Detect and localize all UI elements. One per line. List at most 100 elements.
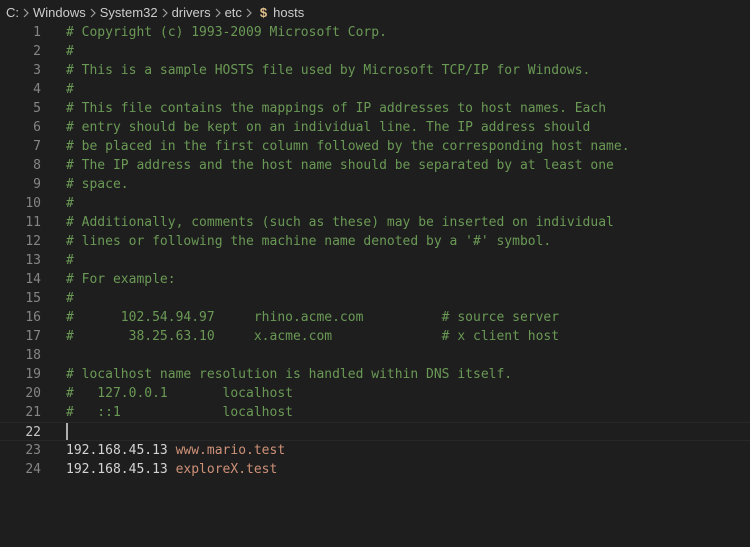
line-number: 5 — [33, 101, 41, 116]
line-content[interactable]: # For example: — [66, 270, 176, 289]
chevron-right-icon — [242, 5, 256, 20]
line-content[interactable]: # The IP address and the host name shoul… — [66, 156, 614, 175]
comment-text: # — [66, 44, 74, 59]
line-number: 7 — [33, 139, 41, 154]
comment-text: # entry should be kept on an individual … — [66, 120, 591, 135]
code-line[interactable]: 19 # localhost name resolution is handled… — [0, 365, 750, 384]
line-number: 13 — [25, 253, 41, 268]
code-line[interactable]: 9 # space. — [0, 175, 750, 194]
line-number: 20 — [25, 386, 41, 401]
code-line[interactable]: 3 # This is a sample HOSTS file used by M… — [0, 61, 750, 80]
line-content[interactable]: # lines or following the machine name de… — [66, 232, 551, 251]
line-content[interactable]: # localhost name resolution is handled w… — [66, 365, 512, 384]
code-lines[interactable]: 1 # Copyright (c) 1993-2009 Microsoft Cor… — [0, 23, 750, 479]
breadcrumb-drive[interactable]: C: — [6, 5, 19, 20]
breadcrumb-etc[interactable]: etc — [225, 5, 242, 20]
line-number: 10 — [25, 196, 41, 211]
line-content[interactable] — [66, 423, 68, 442]
line-content[interactable]: # This is a sample HOSTS file used by Mi… — [66, 61, 590, 80]
code-line[interactable]: 11 # Additionally, comments (such as thes… — [0, 213, 750, 232]
line-content[interactable]: # — [66, 80, 74, 99]
line-content[interactable]: # This file contains the mappings of IP … — [66, 99, 606, 118]
line-number: 6 — [33, 120, 41, 135]
comment-text: # The IP address and the host name shoul… — [66, 158, 614, 173]
code-line[interactable]: 20 # 127.0.0.1 localhost — [0, 384, 750, 403]
comment-text: # — [66, 291, 74, 306]
file-type-icon: $ — [259, 4, 268, 20]
comment-text: # 102.54.94.97 rhino.acme.com # source s… — [66, 310, 560, 325]
line-content[interactable]: # — [66, 251, 74, 270]
code-line[interactable]: 10 # — [0, 194, 750, 213]
code-line[interactable]: 6 # entry should be kept on an individual… — [0, 118, 750, 137]
ip-address: 192.168.45.13 — [66, 443, 168, 458]
line-content[interactable]: 192.168.45.13 exploreX.test — [66, 460, 277, 479]
line-content[interactable]: # 127.0.0.1 localhost — [66, 384, 293, 403]
code-line[interactable]: 22 — [0, 422, 750, 441]
line-number: 16 — [25, 310, 41, 325]
code-line[interactable]: 23 192.168.45.13 www.mario.test — [0, 441, 750, 460]
line-content[interactable]: # ::1 localhost — [66, 403, 293, 422]
comment-text: # 38.25.63.10 x.acme.com # x client host — [66, 329, 560, 344]
comment-text: # ::1 localhost — [66, 405, 293, 420]
comment-text: # This is a sample HOSTS file used by Mi… — [66, 63, 591, 78]
breadcrumb-drivers[interactable]: drivers — [172, 5, 211, 20]
comment-text: # For example: — [66, 272, 176, 287]
line-number: 12 — [25, 234, 41, 249]
comment-text: # lines or following the machine name de… — [66, 234, 552, 249]
line-content[interactable]: # — [66, 289, 74, 308]
line-content[interactable]: # — [66, 42, 74, 61]
line-number: 8 — [33, 158, 41, 173]
line-number: 2 — [33, 44, 41, 59]
code-editor[interactable]: C: Windows System32 drivers etc $ hosts … — [0, 0, 750, 547]
line-number: 17 — [25, 329, 41, 344]
code-line[interactable]: 24 192.168.45.13 exploreX.test — [0, 460, 750, 479]
code-line[interactable]: 17 # 38.25.63.10 x.acme.com # x client ho… — [0, 327, 750, 346]
line-content[interactable]: # be placed in the first column followed… — [66, 137, 630, 156]
ip-address: 192.168.45.13 — [66, 462, 168, 477]
chevron-right-icon — [19, 5, 33, 20]
code-line[interactable]: 8 # The IP address and the host name shou… — [0, 156, 750, 175]
code-line[interactable]: 14 # For example: — [0, 270, 750, 289]
breadcrumb-file[interactable]: hosts — [273, 5, 304, 20]
comment-text: # — [66, 196, 74, 211]
code-line[interactable]: 7 # be placed in the first column followe… — [0, 137, 750, 156]
line-number: 18 — [25, 348, 41, 363]
line-content[interactable]: # Copyright (c) 1993-2009 Microsoft Corp… — [66, 23, 387, 42]
comment-text: # Copyright (c) 1993-2009 Microsoft Corp… — [66, 25, 387, 40]
line-number: 9 — [33, 177, 41, 192]
line-content[interactable]: 192.168.45.13 www.mario.test — [66, 441, 285, 460]
line-number: 22 — [25, 425, 41, 440]
line-content[interactable]: # Additionally, comments (such as these)… — [66, 213, 614, 232]
comment-text: # — [66, 82, 74, 97]
comment-text: # Additionally, comments (such as these)… — [66, 215, 614, 230]
code-line[interactable]: 5 # This file contains the mappings of IP… — [0, 99, 750, 118]
line-content[interactable]: # 102.54.94.97 rhino.acme.com # source s… — [66, 308, 559, 327]
line-number: 15 — [25, 291, 41, 306]
line-content[interactable]: # — [66, 194, 74, 213]
code-line[interactable]: 4 # — [0, 80, 750, 99]
breadcrumb-system32[interactable]: System32 — [100, 5, 158, 20]
code-line[interactable]: 13 # — [0, 251, 750, 270]
text-cursor — [66, 423, 68, 440]
host-name: www.mario.test — [175, 443, 286, 458]
comment-text: # be placed in the first column followed… — [66, 139, 630, 154]
breadcrumb-windows[interactable]: Windows — [33, 5, 86, 20]
line-number: 3 — [33, 63, 41, 78]
code-line[interactable]: 2 # — [0, 42, 750, 61]
line-content[interactable]: # entry should be kept on an individual … — [66, 118, 590, 137]
comment-text: # This file contains the mappings of IP … — [66, 101, 607, 116]
comment-text: # space. — [66, 177, 129, 192]
chevron-right-icon — [86, 5, 100, 20]
code-line[interactable]: 21 # ::1 localhost — [0, 403, 750, 422]
line-content[interactable]: # 38.25.63.10 x.acme.com # x client host — [66, 327, 559, 346]
line-content[interactable]: # space. — [66, 175, 129, 194]
code-line[interactable]: 18 — [0, 346, 750, 365]
comment-text: # — [66, 253, 74, 268]
line-number: 4 — [33, 82, 41, 97]
code-line[interactable]: 16 # 102.54.94.97 rhino.acme.com # source… — [0, 308, 750, 327]
chevron-right-icon — [211, 5, 225, 20]
code-line[interactable]: 15 # — [0, 289, 750, 308]
code-line[interactable]: 12 # lines or following the machine name … — [0, 232, 750, 251]
code-line[interactable]: 1 # Copyright (c) 1993-2009 Microsoft Cor… — [0, 23, 750, 42]
comment-text: # localhost name resolution is handled w… — [66, 367, 513, 382]
